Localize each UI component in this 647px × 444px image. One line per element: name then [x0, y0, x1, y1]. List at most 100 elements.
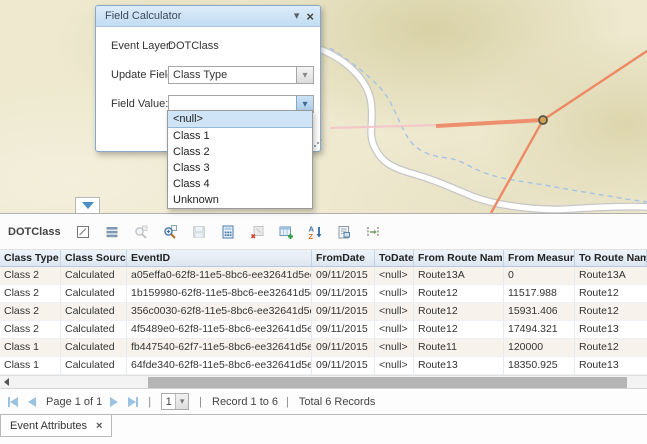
cell: Class 2	[0, 321, 61, 339]
table-row[interactable]: Class 2 Calculated 1b159980-62f8-11e5-8b…	[0, 285, 647, 303]
dropdown-option-class2[interactable]: Class 2	[168, 144, 312, 160]
layer-name-label: DOTClass	[8, 226, 61, 238]
attribute-set-icon[interactable]	[336, 223, 353, 240]
show-selected-records-icon[interactable]	[104, 223, 121, 240]
cell: fb447540-62f7-11e5-8bc6-ee32641d5ec9	[127, 339, 312, 357]
col-header-from-route[interactable]: From Route Name	[414, 250, 504, 266]
cell: 356c0030-62f8-11e5-8bc6-ee32641d5ec9	[127, 303, 312, 321]
dialog-close-icon[interactable]: ×	[306, 10, 314, 23]
record-total-label: Total 6 Records	[299, 396, 375, 408]
cell: Route11	[414, 339, 504, 357]
record-range-label: Record 1 to 6	[212, 396, 278, 408]
col-header-class-source[interactable]: Class Source	[61, 250, 127, 266]
tab-close-icon[interactable]: ×	[96, 420, 102, 432]
dialog-collapse-icon[interactable]: ▾	[294, 11, 300, 22]
field-value-dropdown-list: <null> Class 1 Class 2 Class 3 Class 4 U…	[167, 110, 313, 209]
page-select[interactable]: 1 ▾	[161, 393, 189, 410]
col-header-todate[interactable]: ToDate	[375, 250, 414, 266]
cell: Route13	[575, 357, 647, 375]
delete-selected-icon[interactable]	[249, 223, 266, 240]
page-select-caret-icon: ▾	[175, 394, 188, 409]
table-row[interactable]: Class 1 Calculated 64fde340-62f8-11e5-8b…	[0, 357, 647, 375]
scroll-left-icon[interactable]	[4, 378, 9, 386]
page-label: Page 1 of 1	[46, 396, 102, 408]
grid-header-row: Class Type Class Source EventID FromDate…	[0, 250, 647, 267]
route-line-selected	[436, 120, 543, 126]
table-row[interactable]: Class 2 Calculated 356c0030-62f8-11e5-8b…	[0, 303, 647, 321]
cell: Calculated	[61, 357, 127, 375]
zoom-to-feature-icon[interactable]	[162, 223, 179, 240]
svg-text:Z: Z	[309, 232, 314, 240]
cell: Route13	[575, 321, 647, 339]
sort-records-icon[interactable]: A Z	[307, 223, 324, 240]
table-row[interactable]: Class 1 Calculated fb447540-62f7-11e5-8b…	[0, 339, 647, 357]
pagination-bar: Page 1 of 1 | 1 ▾ | Record 1 to 6 | Tota…	[0, 389, 647, 414]
update-field-label: Update Field:	[111, 69, 176, 81]
cell: 09/11/2015	[312, 339, 375, 357]
col-header-to-route[interactable]: To Route Name	[575, 250, 647, 266]
cell: Class 1	[0, 339, 61, 357]
event-layer-value: DOTClass	[168, 40, 219, 52]
update-field-caret-icon[interactable]: ▾	[296, 67, 313, 83]
cell: Calculated	[61, 303, 127, 321]
cell: Class 2	[0, 303, 61, 321]
horizontal-scrollbar	[0, 375, 647, 389]
cell: Calculated	[61, 267, 127, 285]
table-row[interactable]: Class 2 Calculated 4f5489e0-62f8-11e5-8b…	[0, 321, 647, 339]
field-value-label: Field Value:	[111, 98, 168, 110]
first-page-button[interactable]	[8, 397, 18, 407]
cell: 17494.321	[504, 321, 575, 339]
col-header-class-type[interactable]: Class Type	[0, 250, 61, 266]
tab-event-attributes[interactable]: Event Attributes ×	[0, 415, 112, 437]
cell: Route12	[414, 285, 504, 303]
scrollbar-thumb[interactable]	[148, 377, 627, 388]
cell: 09/11/2015	[312, 267, 375, 285]
cell: Route12	[414, 321, 504, 339]
cell: Class 2	[0, 285, 61, 303]
tab-label: Event Attributes	[10, 420, 87, 432]
road-path	[322, 50, 647, 209]
cell: Route13A	[575, 267, 647, 285]
dropdown-option-class4[interactable]: Class 4	[168, 176, 312, 192]
col-header-eventid[interactable]: EventID	[127, 250, 312, 266]
cell: Route12	[575, 339, 647, 357]
append-events-icon[interactable]	[278, 223, 295, 240]
cell: Route13	[414, 357, 504, 375]
cell: 09/11/2015	[312, 303, 375, 321]
update-field-value: Class Type	[169, 69, 296, 81]
table-toolbar: DOTClass	[0, 214, 647, 250]
separator: |	[148, 396, 151, 408]
dropdown-option-unknown[interactable]: Unknown	[168, 192, 312, 208]
next-page-button[interactable]	[110, 397, 118, 407]
event-layer-label: Event Layer:	[111, 40, 173, 52]
page-select-value: 1	[162, 396, 175, 408]
update-field-combobox[interactable]: Class Type ▾	[168, 66, 314, 84]
route-line-northeast	[543, 51, 647, 120]
event-point-marker[interactable]	[539, 116, 547, 124]
cell: <null>	[375, 267, 414, 285]
col-header-from-measure[interactable]: From Measure	[504, 250, 575, 266]
save-edits-icon[interactable]	[191, 223, 208, 240]
zoom-to-selected-icon[interactable]	[133, 223, 150, 240]
cell: 11517.988	[504, 285, 575, 303]
dropdown-option-class3[interactable]: Class 3	[168, 160, 312, 176]
cell: Route12	[414, 303, 504, 321]
dropdown-option-null[interactable]: <null>	[168, 111, 312, 128]
dropdown-option-class1[interactable]: Class 1	[168, 128, 312, 144]
separator: |	[199, 396, 202, 408]
col-header-fromdate[interactable]: FromDate	[312, 250, 375, 266]
route-line-south	[491, 120, 543, 213]
table-collapse-tab[interactable]	[75, 197, 100, 213]
cell: Route13A	[414, 267, 504, 285]
last-page-button[interactable]	[128, 397, 138, 407]
cell: Class 2	[0, 267, 61, 285]
table-row[interactable]: Class 2 Calculated a05effa0-62f8-11e5-8b…	[0, 267, 647, 285]
resize-grip[interactable]	[314, 145, 316, 147]
prev-page-button[interactable]	[28, 397, 36, 407]
cell: 18350.925	[504, 357, 575, 375]
bottom-tab-bar: Event Attributes ×	[0, 414, 647, 444]
field-calculator-icon[interactable]	[220, 223, 237, 240]
select-records-icon[interactable]	[75, 223, 92, 240]
arrange-columns-icon[interactable]	[365, 223, 382, 240]
dialog-titlebar[interactable]: Field Calculator ▾ ×	[96, 6, 320, 27]
